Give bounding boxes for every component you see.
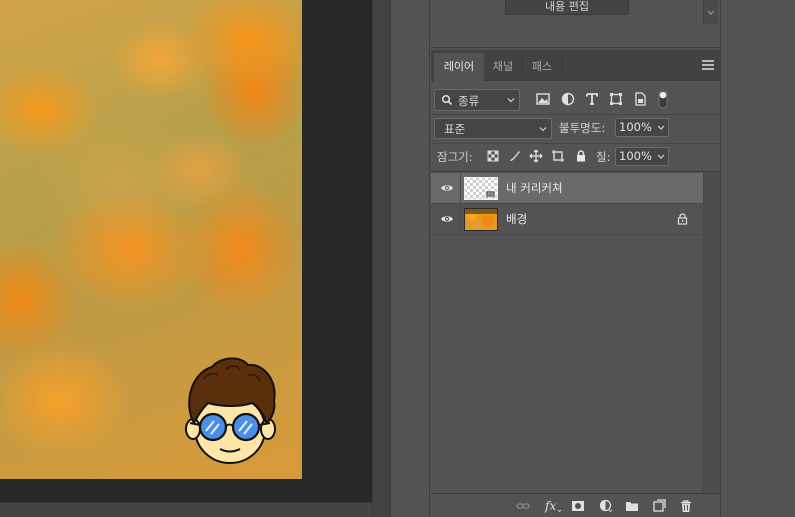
search-icon xyxy=(441,94,453,106)
link-layers-icon[interactable] xyxy=(516,499,530,513)
eye-visibility-icon[interactable] xyxy=(440,214,454,224)
add-mask-icon[interactable] xyxy=(571,499,585,513)
collapsed-panel-dock xyxy=(390,0,430,517)
blend-mode-select[interactable]: 표준 xyxy=(434,118,552,139)
layers-scrollbar[interactable] xyxy=(703,173,720,493)
layers-footer: fx xyxy=(431,493,720,517)
panel-divider xyxy=(431,114,720,115)
properties-scroll-down[interactable] xyxy=(703,0,718,24)
tab-paths[interactable]: 패스 xyxy=(523,53,561,81)
layer-thumbnail xyxy=(464,208,498,231)
shape-filter-icon[interactable] xyxy=(608,91,624,107)
tab-separator xyxy=(562,56,563,78)
layer-name[interactable]: 배경 xyxy=(506,211,527,227)
canvas-pasteboard xyxy=(0,479,372,502)
row-divider xyxy=(431,234,703,235)
dock-divider[interactable] xyxy=(372,0,390,517)
blend-mode-value: 표준 xyxy=(444,122,466,136)
opacity-label: 불투명도: xyxy=(559,121,606,135)
canvas-horizontal-scrollbar[interactable] xyxy=(0,502,372,517)
properties-panel: 내용 편집 xyxy=(431,0,720,48)
lock-position-icon[interactable] xyxy=(529,149,543,163)
adjustment-filter-icon[interactable] xyxy=(560,91,576,107)
lock-all-icon[interactable] xyxy=(574,149,588,163)
fill-input[interactable]: 100% xyxy=(615,147,655,166)
type-filter-icon[interactable] xyxy=(584,91,600,107)
lock-artboard-icon[interactable] xyxy=(551,149,565,163)
layer-row-caricature[interactable]: 내 커리커쳐 xyxy=(431,173,703,203)
opacity-input[interactable]: 100% xyxy=(615,118,655,137)
photoshop-workspace: 내용 편집 레이어 채널 패스 종류 표준 불투명도: 100% 잠그기: 칠:… xyxy=(0,0,795,517)
new-adjustment-icon[interactable] xyxy=(599,499,613,513)
content-edit-button[interactable]: 내용 편집 xyxy=(505,0,629,15)
document-image[interactable] xyxy=(0,0,302,479)
workspace-edge xyxy=(720,0,795,517)
fill-dropdown[interactable] xyxy=(654,147,669,166)
panel-tabbar: 레이어 채널 패스 xyxy=(431,50,720,81)
panel-menu-icon[interactable] xyxy=(702,60,714,70)
tab-layers[interactable]: 레이어 xyxy=(434,53,484,81)
layers-panel: 레이어 채널 패스 종류 표준 불투명도: 100% 잠그기: 칠: 100% … xyxy=(431,50,720,517)
svg-text:fx: fx xyxy=(544,499,556,513)
lock-image-pixels-icon[interactable] xyxy=(508,149,522,163)
image-filter-icon[interactable] xyxy=(535,91,551,107)
filter-kind-value: 종류 xyxy=(458,94,480,108)
smart-object-filter-icon[interactable] xyxy=(632,91,648,107)
new-layer-icon[interactable] xyxy=(652,499,666,513)
row-separator xyxy=(460,173,461,203)
panel-divider xyxy=(431,171,720,172)
filter-kind-select[interactable]: 종류 xyxy=(434,89,520,111)
filter-toggle-icon[interactable] xyxy=(657,89,669,109)
canvas-area[interactable] xyxy=(0,0,372,502)
tab-channels[interactable]: 채널 xyxy=(484,53,522,81)
lock-icon[interactable] xyxy=(677,213,688,225)
chevron-down-icon xyxy=(539,127,547,132)
fill-label: 칠: xyxy=(596,150,611,164)
row-separator xyxy=(460,204,461,234)
eye-visibility-icon[interactable] xyxy=(440,183,454,193)
layer-row-background[interactable]: 배경 xyxy=(431,204,703,234)
chevron-down-icon xyxy=(707,10,715,15)
chevron-down-icon xyxy=(657,125,665,130)
chevron-down-icon xyxy=(657,154,665,159)
caricature-image xyxy=(185,357,276,464)
panel-divider xyxy=(431,143,720,144)
layer-thumbnail xyxy=(464,177,498,200)
chevron-down-icon xyxy=(507,98,515,103)
layer-name[interactable]: 내 커리커쳐 xyxy=(506,180,563,196)
fx-icon[interactable]: fx xyxy=(544,499,562,513)
delete-layer-icon[interactable] xyxy=(679,499,693,513)
lock-label: 잠그기: xyxy=(437,150,473,164)
lock-transparent-pixels-icon[interactable] xyxy=(486,149,500,163)
new-group-icon[interactable] xyxy=(625,499,639,513)
opacity-dropdown[interactable] xyxy=(654,118,669,137)
